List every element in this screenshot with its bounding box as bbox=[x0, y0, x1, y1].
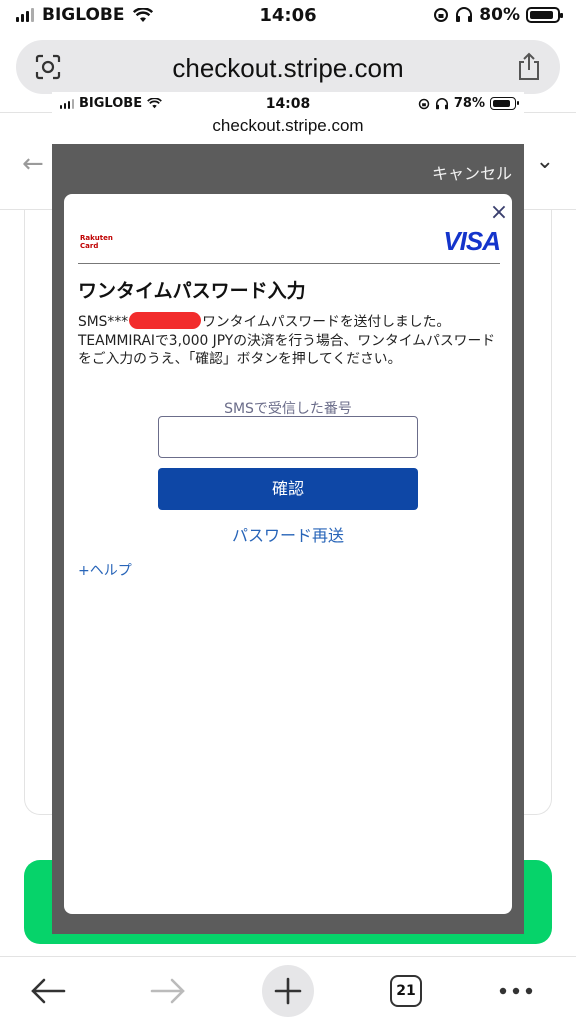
browser-toolbar: 21 bbox=[0, 956, 576, 1025]
inner-battery-percent: 78% bbox=[453, 96, 485, 111]
forward-button[interactable] bbox=[144, 967, 192, 1015]
headphones-icon bbox=[435, 97, 448, 109]
tabs-button[interactable]: 21 bbox=[386, 967, 426, 1015]
otp-dialog: × Rakuten Card VISA ワンタイムパスワード入力 SMS*** ワン… bbox=[64, 194, 512, 914]
inner-status-right: 78% bbox=[418, 96, 519, 111]
battery-percent: 80% bbox=[479, 5, 520, 25]
inner-status-bar: BIGLOBE 14:08 78% bbox=[52, 92, 524, 116]
more-icon bbox=[499, 987, 533, 995]
close-icon[interactable]: × bbox=[488, 200, 510, 225]
chevron-down-icon[interactable]: ⌄ bbox=[536, 149, 554, 174]
cancel-link[interactable]: キャンセル bbox=[432, 160, 512, 184]
back-button[interactable] bbox=[24, 967, 72, 1015]
modal-overlay: キャンセル × Rakuten Card VISA ワンタイムパスワード入力 SM… bbox=[52, 144, 524, 934]
address-bar[interactable]: checkout.stripe.com bbox=[16, 40, 560, 94]
visa-logo: VISA bbox=[443, 226, 501, 256]
inner-url-text[interactable]: checkout.stripe.com bbox=[52, 116, 524, 144]
dialog-title: ワンタイムパスワード入力 bbox=[78, 280, 306, 302]
sms-code-input[interactable] bbox=[158, 416, 418, 458]
dialog-description: SMS*** ワンタイムパスワードを送付しました。TEAMMIRAIで3,000 … bbox=[78, 312, 502, 369]
plus-icon bbox=[274, 977, 302, 1005]
desc-prefix: SMS*** bbox=[78, 314, 129, 330]
help-link[interactable]: +ヘルプ bbox=[78, 560, 132, 580]
redacted-phone bbox=[129, 312, 202, 329]
headphones-icon bbox=[456, 7, 473, 22]
embedded-screenshot: BIGLOBE 14:08 78% checkout.stripe.com キャ… bbox=[52, 92, 524, 934]
url-text[interactable]: checkout.stripe.com bbox=[16, 53, 560, 84]
resend-password-link[interactable]: パスワード再送 bbox=[64, 522, 512, 546]
rakuten-card-logo: Rakuten Card bbox=[80, 234, 113, 250]
tab-count: 21 bbox=[390, 975, 422, 1007]
arrow-left-icon[interactable]: ← bbox=[22, 149, 44, 179]
rotation-lock-icon bbox=[434, 8, 449, 22]
arrow-right-icon bbox=[150, 978, 185, 1004]
divider bbox=[78, 263, 500, 264]
battery-icon bbox=[490, 97, 519, 110]
confirm-button[interactable]: 確認 bbox=[158, 468, 418, 510]
share-icon[interactable] bbox=[516, 52, 542, 82]
sms-code-label: SMSで受信した番号 bbox=[224, 401, 352, 417]
status-right: 80% bbox=[433, 5, 563, 25]
rotation-lock-icon bbox=[418, 98, 430, 109]
battery-icon bbox=[526, 7, 563, 23]
status-bar: BIGLOBE 14:06 80% bbox=[0, 0, 576, 32]
new-tab-button[interactable] bbox=[262, 965, 314, 1017]
arrow-left-icon bbox=[31, 978, 66, 1004]
more-button[interactable] bbox=[496, 967, 536, 1015]
